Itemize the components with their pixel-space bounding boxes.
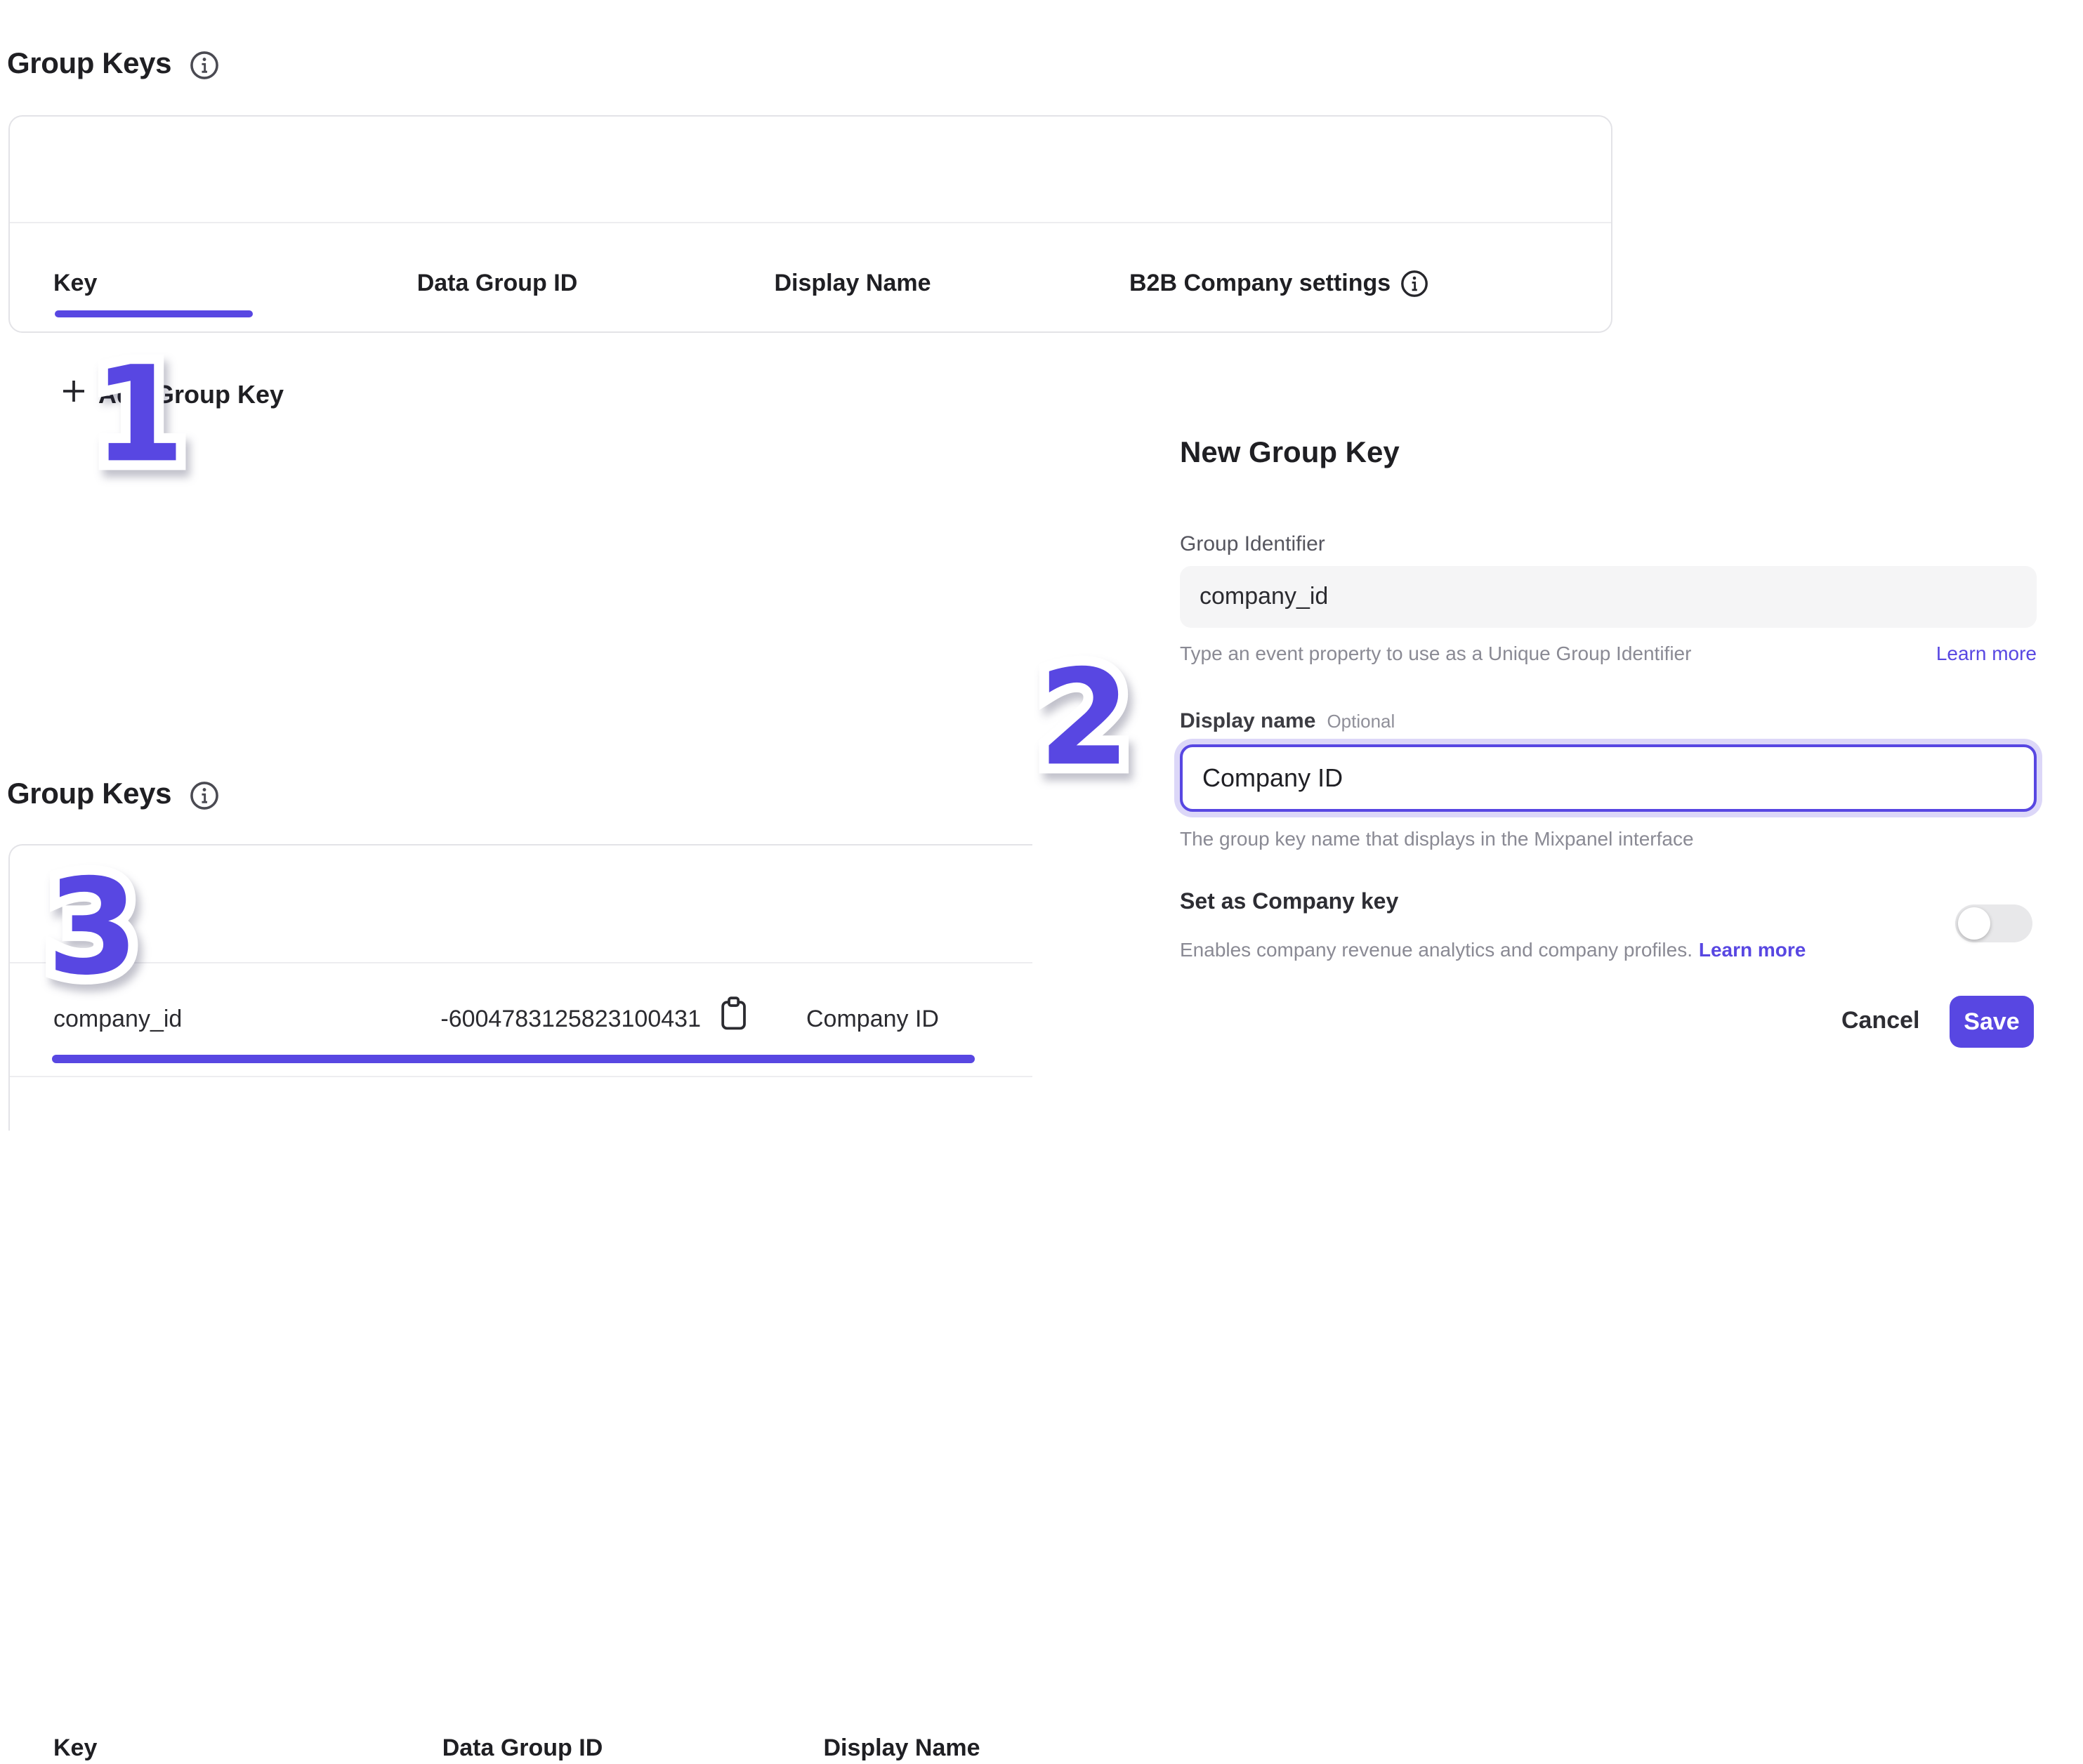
group-identifier-input[interactable] <box>1180 566 2037 628</box>
divider <box>10 1076 1032 1077</box>
group-keys-table-empty: Key Data Group ID Display Name B2B Compa… <box>8 115 1612 333</box>
column-header-display-name: Display Name <box>775 268 931 299</box>
column-header-b2b-settings: B2B Company settings <box>1129 268 1428 299</box>
annotation-step-3-number: 3 <box>47 852 139 1005</box>
display-name-label-row: Display name Optional <box>1180 709 1395 733</box>
plus-icon <box>62 379 86 410</box>
divider <box>10 962 1032 963</box>
learn-more-link[interactable]: Learn more <box>1936 642 2037 664</box>
group-keys-table-filled: Key Data Group ID Display Name company_i… <box>8 844 1032 1131</box>
annotation-step-1-badge: 1 1 <box>93 348 185 486</box>
toggle-knob <box>1958 907 1990 940</box>
annotation-step-3-badge: 3 3 <box>47 860 139 999</box>
group-identifier-helper: Type an event property to use as a Uniqu… <box>1180 642 1691 664</box>
display-name-input[interactable] <box>1180 744 2037 812</box>
display-name-label: Display name <box>1180 709 1315 733</box>
save-button[interactable]: Save <box>1950 996 2034 1048</box>
page-title: Group Keys <box>7 48 171 81</box>
info-icon[interactable] <box>190 50 219 79</box>
group-identifier-label: Group Identifier <box>1180 532 1325 556</box>
column-header-data-group-id: Data Group ID <box>442 1733 603 1764</box>
optional-tag: Optional <box>1327 711 1395 732</box>
display-name-helper: The group key name that displays in the … <box>1180 827 1694 850</box>
divider <box>10 222 1611 223</box>
data-group-id-cell: -6004783125823100431 <box>437 1004 701 1035</box>
column-header-key: Key <box>53 268 97 299</box>
annotation-step-1-number: 1 <box>93 339 185 492</box>
annotation-underline-add-group-key <box>55 310 253 317</box>
info-icon[interactable] <box>1400 270 1428 298</box>
group-key-cell: company_id <box>53 1004 182 1035</box>
page-title: Group Keys <box>7 778 171 812</box>
set-company-key-label: Set as Company key <box>1180 890 1398 916</box>
annotation-step-2-number: 2 <box>1039 643 1131 796</box>
annotation-step-2-badge: 2 2 <box>1039 651 1131 789</box>
column-header-display-name: Display Name <box>824 1733 980 1764</box>
info-icon[interactable] <box>190 780 219 810</box>
cancel-button[interactable]: Cancel <box>1841 1007 1920 1035</box>
learn-more-link[interactable]: Learn more <box>1699 938 1806 961</box>
form-title: New Group Key <box>1180 437 1400 470</box>
company-key-helper-row: Enables company revenue analytics and co… <box>1180 938 1806 963</box>
clipboard-copy-icon[interactable] <box>719 996 749 1035</box>
group-keys-heading-row-top: Group Keys <box>7 48 219 81</box>
column-header-data-group-id: Data Group ID <box>417 268 578 299</box>
display-name-cell: Company ID <box>806 1004 939 1035</box>
column-header-key: Key <box>53 1733 97 1764</box>
group-keys-setup-page: Group Keys Key Data Group ID Display Nam… <box>0 0 2083 1131</box>
company-key-toggle[interactable] <box>1955 904 2032 942</box>
annotation-underline-group-key-row <box>52 1055 975 1063</box>
company-key-helper: Enables company revenue analytics and co… <box>1180 938 1693 961</box>
group-keys-heading-row-bottom: Group Keys <box>7 778 219 812</box>
